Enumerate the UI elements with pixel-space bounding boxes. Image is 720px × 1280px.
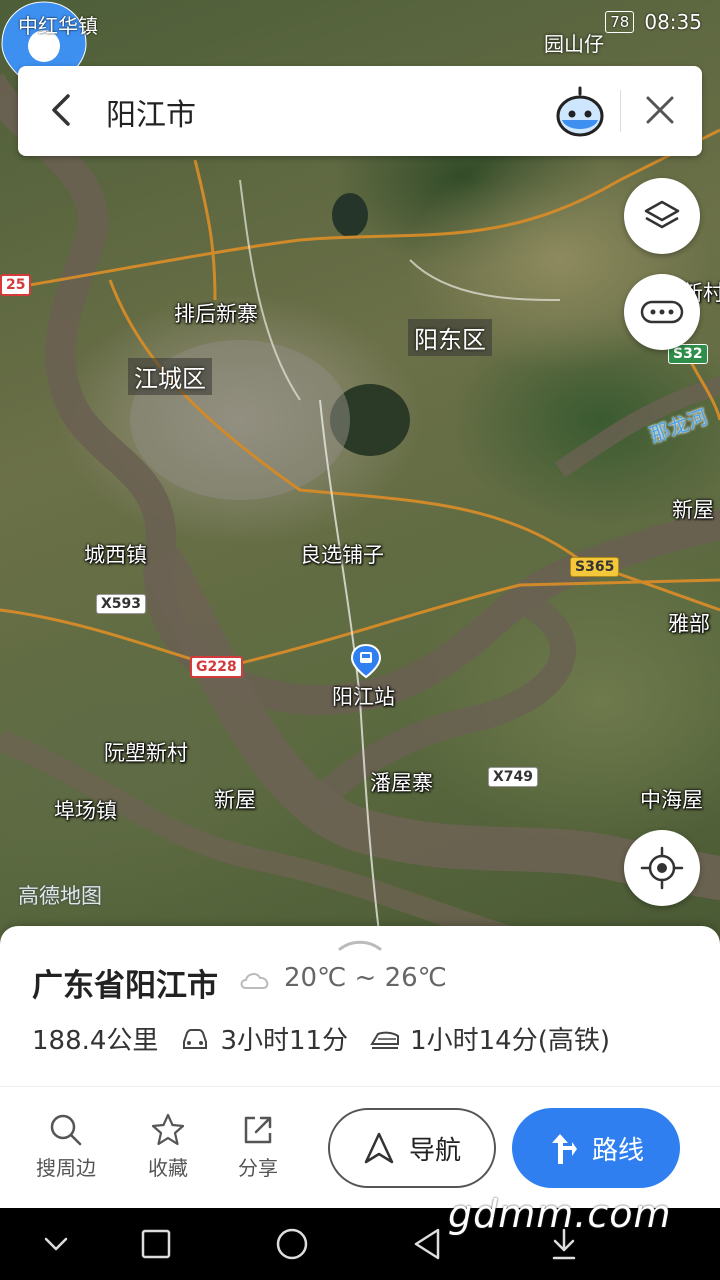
status-bar: 中红华镇 园山仔 78 08:35 xyxy=(0,0,720,56)
route-button[interactable]: 路线 xyxy=(512,1108,680,1188)
road-x749-tag: X749 xyxy=(488,767,539,787)
more-icon xyxy=(640,300,684,324)
train-time-text: 1小时14分(高铁) xyxy=(410,1026,610,1056)
site-watermark: gdmm.com xyxy=(448,1192,672,1236)
locate-me-button[interactable] xyxy=(624,830,700,906)
travel-info: 188.4公里 3小时11分 1小时14分(高铁) xyxy=(32,1020,610,1057)
road-x593-tag: X593 xyxy=(96,594,147,614)
place-chengxi[interactable]: 城西镇 xyxy=(84,539,147,569)
place-ruansu[interactable]: 阮塱新村 xyxy=(104,737,188,767)
map-provider-logo: 高德地图 xyxy=(18,884,102,908)
battery-indicator: 78 xyxy=(605,11,635,33)
road-g228-tag: G228 xyxy=(190,656,243,678)
layers-button[interactable] xyxy=(624,178,700,254)
locate-icon xyxy=(640,846,684,890)
place-detail-sheet[interactable]: 广东省阳江市 20℃ ~ 26℃ 188.4公里 3小时11分 1小时14分(高… xyxy=(0,926,720,1208)
district-yangdong[interactable]: 阳东区 xyxy=(408,319,492,356)
place-xinwu-right[interactable]: 新屋 xyxy=(672,494,714,524)
place-station[interactable]: 阳江站 xyxy=(332,681,395,711)
road-s365-tag: S365 xyxy=(570,557,620,577)
route-icon xyxy=(551,1134,577,1164)
place-zhonghaiwu[interactable]: 中海屋 xyxy=(640,784,703,814)
search-query[interactable]: 阳江市 xyxy=(106,90,196,134)
drive-time-text: 3小时11分 xyxy=(220,1026,349,1056)
place-paihou[interactable]: 排后新寨 xyxy=(174,298,258,328)
share-label: 分享 xyxy=(238,1156,278,1180)
chevron-down-icon[interactable] xyxy=(38,1226,74,1262)
share-button[interactable]: 分享 xyxy=(222,1112,294,1181)
cloud-icon xyxy=(240,973,269,989)
road-25-tag: 25 xyxy=(0,274,32,296)
recent-apps-icon[interactable] xyxy=(138,1226,174,1262)
close-icon[interactable] xyxy=(638,88,682,132)
back-icon[interactable] xyxy=(410,1226,446,1262)
search-nearby-button[interactable]: 搜周边 xyxy=(30,1112,102,1181)
navigate-label: 导航 xyxy=(408,1135,461,1166)
sheet-handle-icon[interactable] xyxy=(336,938,384,952)
district-jiangcheng[interactable]: 江城区 xyxy=(128,358,212,395)
search-bar[interactable]: 阳江市 xyxy=(18,66,702,156)
place-panwuzhai[interactable]: 潘屋寨 xyxy=(370,767,433,797)
route-label: 路线 xyxy=(591,1135,644,1166)
distance-text: 188.4公里 xyxy=(32,1026,159,1056)
favorite-label: 收藏 xyxy=(148,1156,188,1180)
back-arrow-icon[interactable] xyxy=(40,88,84,132)
sheet-divider xyxy=(0,1086,720,1087)
weather-temperature: 20℃ ~ 26℃ xyxy=(284,963,447,993)
search-divider xyxy=(620,90,621,132)
search-icon xyxy=(50,1114,82,1146)
search-nearby-label: 搜周边 xyxy=(36,1156,96,1180)
more-tools-button[interactable] xyxy=(624,274,700,350)
car-icon xyxy=(183,1028,208,1049)
navigate-button[interactable]: 导航 xyxy=(328,1108,496,1188)
place-title: 广东省阳江市 xyxy=(32,968,218,1004)
place-fuchang[interactable]: 埠场镇 xyxy=(54,795,117,825)
place-xinwu-left[interactable]: 新屋 xyxy=(214,784,256,814)
top-place-label[interactable]: 园山仔 xyxy=(544,28,604,57)
high-speed-train-icon xyxy=(370,1031,400,1049)
home-icon[interactable] xyxy=(274,1226,310,1262)
navigation-arrow-icon xyxy=(364,1132,394,1164)
place-yabu[interactable]: 雅部 xyxy=(668,608,710,638)
clock: 08:35 xyxy=(644,10,702,34)
layers-icon xyxy=(644,200,680,229)
status-left-text: 中红华镇 xyxy=(18,14,98,38)
voice-assistant-icon[interactable] xyxy=(552,84,608,140)
place-liangxuan[interactable]: 良选铺子 xyxy=(300,539,384,569)
train-station-icon[interactable] xyxy=(350,643,382,679)
share-icon xyxy=(244,1116,272,1144)
star-icon xyxy=(151,1113,185,1146)
favorite-button[interactable]: 收藏 xyxy=(132,1112,204,1181)
